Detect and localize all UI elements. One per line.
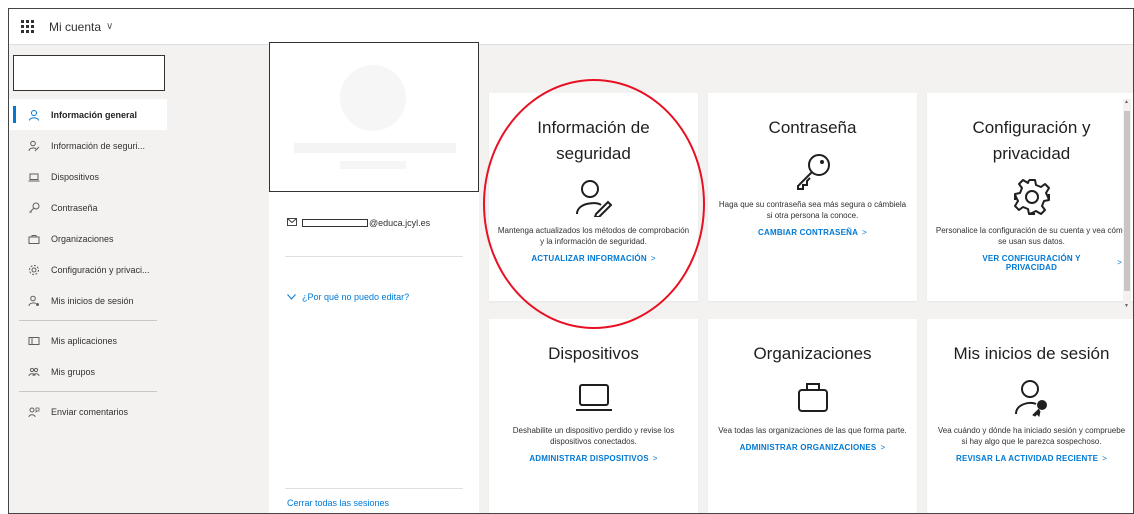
app-launcher-icon[interactable] bbox=[21, 19, 35, 34]
tile-security-info[interactable]: Información de seguridad Mantenga actual… bbox=[489, 93, 698, 301]
sidebar-item-label: Enviar comentarios bbox=[51, 406, 129, 417]
sidebar-item-grupos[interactable]: Mis grupos bbox=[9, 356, 167, 387]
app-window: Mi cuenta ∨ Información general Informac… bbox=[8, 8, 1134, 514]
tile-sign-ins[interactable]: Mis inicios de sesión Vea cuándo y dónde… bbox=[927, 319, 1133, 513]
sidebar-item-label: Organizaciones bbox=[51, 233, 114, 244]
sidebar-item-organizaciones[interactable]: Organizaciones bbox=[9, 223, 167, 254]
tile-description: Vea todas las organizaciones de las que … bbox=[718, 426, 907, 435]
chevron-right-icon: > bbox=[650, 254, 656, 263]
tile-organizations[interactable]: Organizaciones Vea todas las organizacio… bbox=[708, 319, 917, 513]
sidebar-item-inicios-sesion[interactable]: Mis inicios de sesión bbox=[9, 285, 167, 316]
chevron-right-icon: > bbox=[652, 454, 658, 463]
tile-title: Contraseña bbox=[768, 118, 857, 137]
tile-settings-privacy[interactable]: Configuración y privacidad Personalice l… bbox=[927, 93, 1133, 301]
sidebar-item-label: Dispositivos bbox=[51, 171, 100, 182]
feedback-icon bbox=[27, 405, 41, 419]
sidebar-item-dispositivos[interactable]: Dispositivos bbox=[9, 161, 167, 192]
redacted-box bbox=[13, 55, 165, 91]
briefcase-icon bbox=[708, 375, 917, 419]
why-cant-edit-link[interactable]: ¿Por qué no puedo editar? bbox=[287, 292, 409, 302]
scroll-down-icon[interactable]: ▼ bbox=[1124, 303, 1129, 309]
mail-icon bbox=[287, 218, 297, 228]
tile-password[interactable]: Contraseña Haga que su contraseña sea má… bbox=[708, 93, 917, 301]
sidebar-divider bbox=[19, 320, 157, 321]
person-edit-icon bbox=[489, 175, 698, 219]
sidebar-item-label: Mis inicios de sesión bbox=[51, 295, 134, 306]
person-icon bbox=[27, 108, 41, 122]
apps-icon bbox=[27, 334, 41, 348]
tile-description: Haga que su contraseña sea más segura o … bbox=[718, 200, 907, 220]
laptop-icon bbox=[27, 170, 41, 184]
sidebar-item-contrasena[interactable]: Contraseña bbox=[9, 192, 167, 223]
chevron-down-icon[interactable]: ∨ bbox=[106, 21, 113, 32]
manage-devices-link[interactable]: ADMINISTRAR DISPOSITIVOS > bbox=[489, 454, 698, 463]
email-suffix: @educa.jcyl.es bbox=[369, 218, 431, 228]
why-cant-edit-label: ¿Por qué no puedo editar? bbox=[302, 292, 410, 302]
sidebar-item-comentarios[interactable]: Enviar comentarios bbox=[9, 396, 167, 427]
scrollbar[interactable]: ▲ ▼ bbox=[1123, 99, 1131, 309]
sidebar: Información general Información de segur… bbox=[9, 45, 167, 513]
key-icon bbox=[708, 149, 917, 193]
tile-title: Información de seguridad bbox=[537, 118, 650, 163]
sidebar-divider bbox=[19, 391, 157, 392]
person-key-icon bbox=[27, 139, 41, 153]
person-key-icon bbox=[927, 375, 1133, 419]
sidebar-item-label: Información de seguri... bbox=[51, 140, 146, 151]
avatar bbox=[269, 42, 479, 192]
tile-title: Mis inicios de sesión bbox=[953, 344, 1110, 363]
key-icon bbox=[27, 201, 41, 215]
briefcase-icon bbox=[27, 232, 41, 246]
sidebar-item-label: Mis aplicaciones bbox=[51, 335, 118, 346]
chevron-down-icon bbox=[287, 292, 296, 302]
tile-description: Personalice la configuración de su cuent… bbox=[935, 226, 1128, 246]
scrollbar-thumb[interactable] bbox=[1124, 111, 1130, 291]
person-signin-icon bbox=[27, 294, 41, 308]
view-settings-link[interactable]: VER CONFIGURACIÓN Y PRIVACIDAD > bbox=[927, 254, 1133, 272]
sidebar-item-label: Contraseña bbox=[51, 202, 98, 213]
chevron-right-icon: > bbox=[880, 443, 886, 452]
sidebar-item-informacion-general[interactable]: Información general bbox=[9, 99, 167, 130]
profile-card: @educa.jcyl.es ¿Por qué no puedo editar?… bbox=[269, 42, 479, 513]
scroll-up-icon[interactable]: ▲ bbox=[1124, 99, 1129, 105]
chevron-right-icon: > bbox=[1117, 258, 1122, 267]
tile-title: Configuración y privacidad bbox=[972, 118, 1091, 163]
redacted-email bbox=[302, 219, 368, 227]
update-info-link[interactable]: ACTUALIZAR INFORMACIÓN > bbox=[489, 254, 698, 263]
top-bar: Mi cuenta ∨ bbox=[9, 9, 1133, 45]
sidebar-item-label: Configuración y privaci... bbox=[51, 264, 150, 275]
tile-description: Vea cuándo y dónde ha iniciado sesión y … bbox=[937, 426, 1126, 446]
tile-devices[interactable]: Dispositivos Deshabilite un dispositivo … bbox=[489, 319, 698, 513]
app-title[interactable]: Mi cuenta bbox=[49, 20, 101, 34]
tile-title: Organizaciones bbox=[753, 344, 872, 363]
sign-out-all-link[interactable]: Cerrar todas las sesiones bbox=[287, 498, 389, 508]
email-row: @educa.jcyl.es bbox=[287, 218, 430, 228]
sidebar-nav: Información general Información de segur… bbox=[9, 99, 167, 427]
sidebar-item-label: Información general bbox=[51, 109, 138, 120]
sidebar-item-label: Mis grupos bbox=[51, 366, 96, 377]
profile-divider bbox=[285, 256, 463, 257]
groups-icon bbox=[27, 365, 41, 379]
tile-description: Mantenga actualizados los métodos de com… bbox=[497, 226, 690, 246]
gear-icon bbox=[927, 175, 1133, 219]
chevron-right-icon: > bbox=[862, 228, 867, 237]
tile-description: Deshabilite un dispositivo perdido y rev… bbox=[512, 426, 675, 446]
sidebar-item-aplicaciones[interactable]: Mis aplicaciones bbox=[9, 325, 167, 356]
change-password-link[interactable]: CAMBIAR CONTRASEÑA > bbox=[708, 228, 917, 237]
chevron-right-icon: > bbox=[1102, 454, 1107, 463]
review-activity-link[interactable]: REVISAR LA ACTIVIDAD RECIENTE > bbox=[927, 454, 1133, 463]
manage-organizations-link[interactable]: ADMINISTRAR ORGANIZACIONES > bbox=[708, 443, 917, 452]
gear-icon bbox=[27, 263, 41, 277]
laptop-icon bbox=[489, 375, 698, 419]
sidebar-item-configuracion[interactable]: Configuración y privaci... bbox=[9, 254, 167, 285]
sidebar-item-informacion-seguridad[interactable]: Información de seguri... bbox=[9, 130, 167, 161]
profile-divider bbox=[285, 488, 463, 489]
tile-title: Dispositivos bbox=[548, 344, 639, 363]
